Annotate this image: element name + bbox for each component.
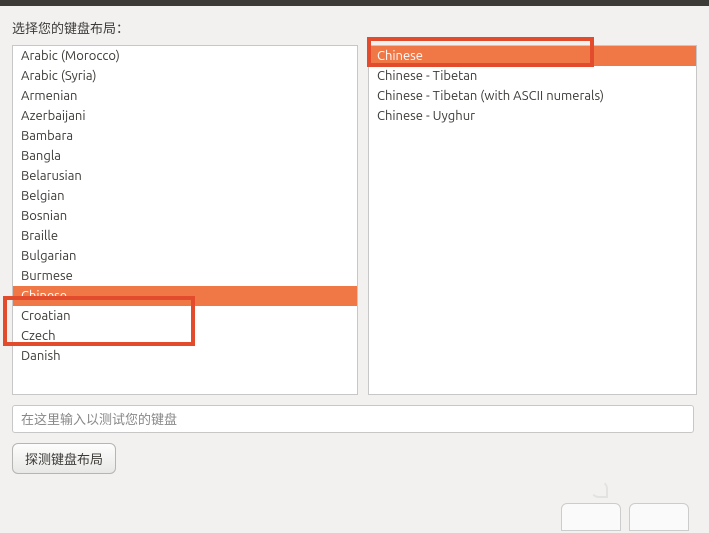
language-list-item[interactable]: Arabic (Morocco) bbox=[13, 46, 357, 66]
language-list[interactable]: Arabic (Morocco)Arabic (Syria)ArmenianAz… bbox=[12, 45, 358, 395]
language-list-item[interactable]: Burmese bbox=[13, 266, 357, 286]
language-list-item[interactable]: Braille bbox=[13, 226, 357, 246]
keyboard-test-input[interactable] bbox=[12, 405, 694, 433]
language-list-item[interactable]: Armenian bbox=[13, 86, 357, 106]
decorative-bottom-boxes bbox=[561, 503, 689, 531]
language-list-item[interactable]: Chinese bbox=[13, 286, 357, 306]
language-list-item[interactable]: Belgian bbox=[13, 186, 357, 206]
language-list-item[interactable]: Czech bbox=[13, 326, 357, 346]
main-container: 选择您的键盘布局： Arabic (Morocco)Arabic (Syria)… bbox=[0, 6, 709, 486]
variant-list[interactable]: ChineseChinese - TibetanChinese - Tibeta… bbox=[368, 45, 697, 395]
variant-list-item[interactable]: Chinese - Uyghur bbox=[369, 106, 696, 126]
variant-list-item[interactable]: Chinese - Tibetan (with ASCII numerals) bbox=[369, 86, 696, 106]
language-list-item[interactable]: Bangla bbox=[13, 146, 357, 166]
language-list-item[interactable]: Bambara bbox=[13, 126, 357, 146]
page-title: 选择您的键盘布局： bbox=[12, 18, 697, 37]
language-list-item[interactable]: Danish bbox=[13, 346, 357, 366]
language-list-item[interactable]: Arabic (Syria) bbox=[13, 66, 357, 86]
language-list-item[interactable]: Croatian bbox=[13, 306, 357, 326]
language-list-item[interactable]: Bulgarian bbox=[13, 246, 357, 266]
decorative-scribble bbox=[590, 480, 608, 502]
columns: Arabic (Morocco)Arabic (Syria)ArmenianAz… bbox=[12, 45, 697, 395]
language-list-item[interactable]: Bosnian bbox=[13, 206, 357, 226]
language-list-item[interactable]: Belarusian bbox=[13, 166, 357, 186]
variant-list-item[interactable]: Chinese bbox=[369, 46, 696, 66]
detect-layout-button[interactable]: 探测键盘布局 bbox=[12, 443, 116, 474]
language-list-item[interactable]: Azerbaijani bbox=[13, 106, 357, 126]
variant-list-item[interactable]: Chinese - Tibetan bbox=[369, 66, 696, 86]
